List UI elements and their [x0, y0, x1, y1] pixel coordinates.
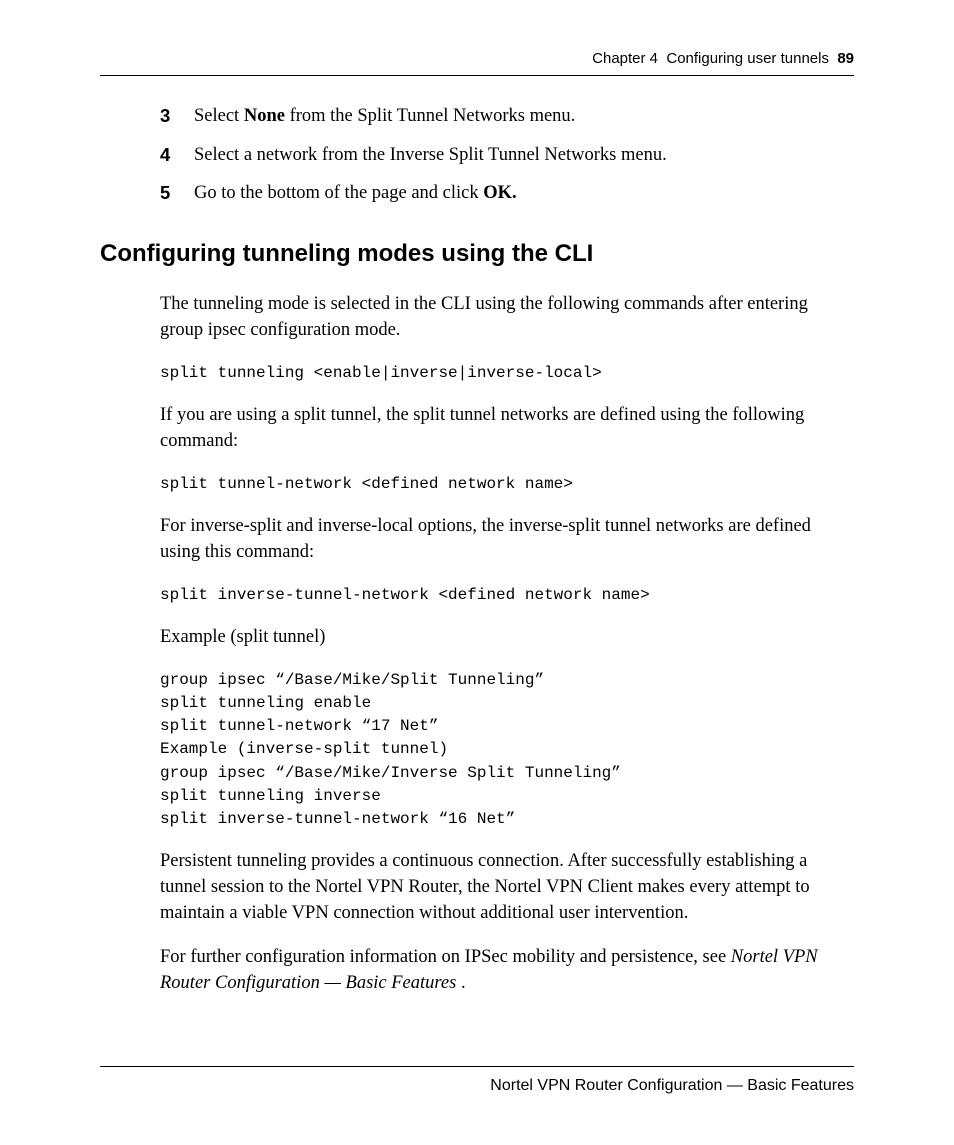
code-block: group ipsec “/Base/Mike/Split Tunneling”…: [160, 669, 854, 831]
running-footer: Nortel VPN Router Configuration — Basic …: [100, 1066, 854, 1095]
paragraph: If you are using a split tunnel, the spl…: [160, 403, 854, 455]
step-3: 3 Select None from the Split Tunnel Netw…: [160, 102, 854, 131]
footer-text: Nortel VPN Router Configuration — Basic …: [490, 1077, 854, 1094]
step-text: Go to the bottom of the page and click O…: [194, 179, 854, 208]
code-block: split tunnel-network <defined network na…: [160, 473, 854, 496]
step-text: Select None from the Split Tunnel Networ…: [194, 102, 854, 131]
step-text: Select a network from the Inverse Split …: [194, 141, 854, 170]
step-number: 5: [160, 179, 194, 208]
step-4: 4 Select a network from the Inverse Spli…: [160, 141, 854, 170]
running-header: Chapter 4 Configuring user tunnels 89: [100, 50, 854, 76]
chapter-title: Configuring user tunnels: [666, 50, 829, 67]
paragraph: For further configuration information on…: [160, 945, 854, 997]
paragraph: For inverse-split and inverse-local opti…: [160, 514, 854, 566]
step-number: 4: [160, 141, 194, 170]
code-block: split inverse-tunnel-network <defined ne…: [160, 584, 854, 607]
page-number: 89: [837, 50, 854, 67]
paragraph: Persistent tunneling provides a continuo…: [160, 849, 854, 927]
paragraph: The tunneling mode is selected in the CL…: [160, 292, 854, 344]
step-5: 5 Go to the bottom of the page and click…: [160, 179, 854, 208]
step-number: 3: [160, 102, 194, 131]
chapter-label: Chapter 4: [592, 50, 658, 67]
paragraph: Example (split tunnel): [160, 625, 854, 651]
numbered-steps: 3 Select None from the Split Tunnel Netw…: [160, 102, 854, 208]
section-heading: Configuring tunneling modes using the CL…: [100, 240, 854, 268]
page-content: 3 Select None from the Split Tunnel Netw…: [100, 102, 854, 997]
code-block: split tunneling <enable|inverse|inverse-…: [160, 362, 854, 385]
